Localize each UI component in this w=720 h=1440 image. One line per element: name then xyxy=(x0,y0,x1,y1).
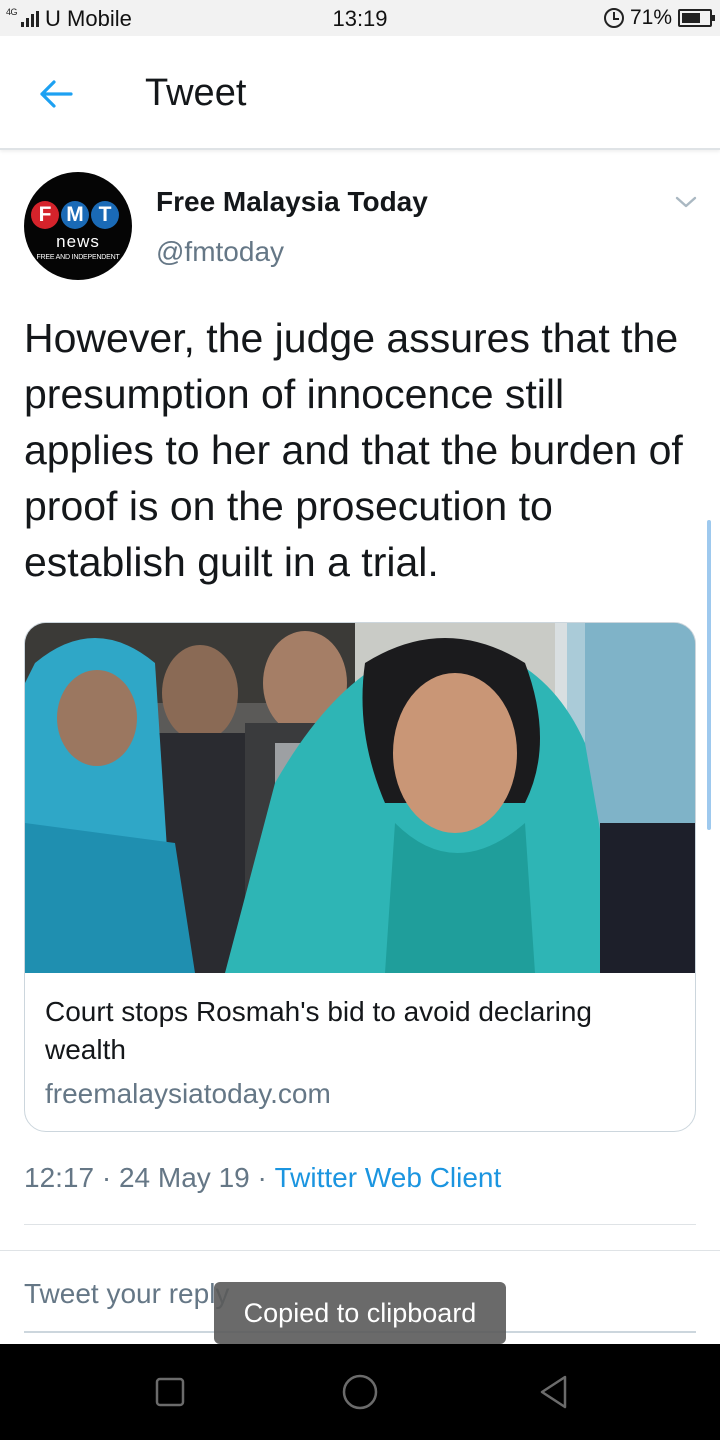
avatar-letter-f: F xyxy=(31,201,59,229)
status-bar: 4G U Mobile 13:19 71% xyxy=(0,0,720,36)
scrollbar[interactable] xyxy=(707,520,711,830)
system-nav-bar xyxy=(0,1344,720,1440)
avatar-letter-m: M xyxy=(61,201,89,229)
toast-message: Copied to clipboard xyxy=(214,1282,506,1344)
tweet-menu-button[interactable] xyxy=(672,188,700,216)
tweet-date: 24 May 19 xyxy=(118,1162,250,1193)
tweet-time: 12:17 xyxy=(24,1162,95,1193)
divider xyxy=(0,1250,720,1251)
author-handle[interactable]: @fmtoday xyxy=(156,236,284,268)
app-header: Tweet xyxy=(0,36,720,150)
square-icon xyxy=(155,1377,185,1407)
meta-separator: · xyxy=(94,1162,119,1193)
battery-icon xyxy=(678,9,715,27)
author-name[interactable]: Free Malaysia Today xyxy=(156,186,428,218)
avatar-tagline: FREE AND INDEPENDENT xyxy=(36,254,120,261)
arrow-left-icon xyxy=(40,80,73,108)
avatar-letter-t: T xyxy=(91,201,119,229)
triangle-back-icon xyxy=(540,1375,567,1409)
back-button[interactable] xyxy=(30,72,82,116)
alarm-clock-icon xyxy=(603,8,624,28)
status-right: 71% xyxy=(603,5,715,31)
card-domain: freemalaysiatoday.com xyxy=(45,1078,331,1109)
avatar-word: news xyxy=(56,232,100,251)
page-title: Tweet xyxy=(145,72,247,114)
meta-separator: · xyxy=(249,1162,275,1193)
link-card[interactable]: Court stops Rosmah's bid to avoid declar… xyxy=(24,622,696,1132)
battery-percent: 71% xyxy=(629,6,672,29)
divider xyxy=(24,1224,696,1225)
home-button[interactable] xyxy=(340,1372,380,1412)
tweet-meta: 12:17 · 24 May 19 · Twitter Web Client xyxy=(24,1162,501,1194)
card-title: Court stops Rosmah's bid to avoid declar… xyxy=(45,996,592,1065)
recents-button[interactable] xyxy=(150,1372,190,1412)
avatar[interactable]: F M T news FREE AND INDEPENDENT xyxy=(24,172,132,280)
tweet-text: However, the judge assures that the pres… xyxy=(24,315,683,585)
circle-icon xyxy=(342,1374,378,1410)
nav-back-button[interactable] xyxy=(534,1372,574,1412)
card-image xyxy=(25,623,695,973)
chevron-down-icon xyxy=(675,196,697,208)
battery-fill xyxy=(682,13,701,23)
tweet-source-link[interactable]: Twitter Web Client xyxy=(275,1162,502,1194)
